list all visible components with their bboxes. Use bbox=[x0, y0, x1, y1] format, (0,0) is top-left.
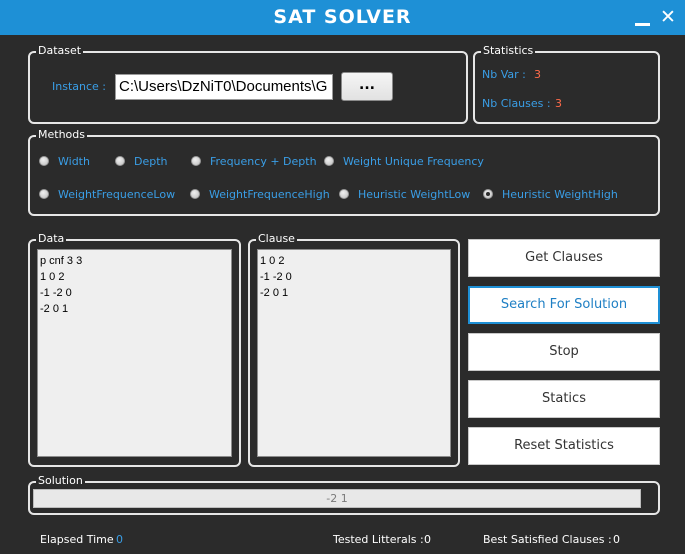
method-label: Depth bbox=[134, 154, 168, 168]
dataset-legend: Dataset bbox=[36, 44, 84, 58]
method-frequency-depth-radio[interactable]: Frequency + Depth bbox=[191, 153, 317, 169]
stop-button[interactable]: Stop bbox=[468, 333, 660, 371]
data-line: -2 0 1 bbox=[40, 303, 69, 315]
method-heuristic-weight-high-radio[interactable]: Heuristic WeightHigh bbox=[483, 186, 618, 202]
nb-var-label: Nb Var : bbox=[482, 68, 526, 81]
method-label: Heuristic WeightLow bbox=[358, 187, 471, 201]
methods-legend: Methods bbox=[36, 128, 87, 142]
clause-line: -2 0 1 bbox=[260, 287, 289, 299]
statistics-group: Statistics bbox=[473, 44, 660, 124]
search-for-solution-button[interactable]: Search For Solution bbox=[468, 286, 660, 324]
nb-clauses-label: Nb Clauses : bbox=[482, 97, 551, 110]
instance-label: Instance : bbox=[52, 80, 106, 93]
elapsed-time-label: Elapsed Time bbox=[40, 533, 114, 546]
best-satisfied-clauses-label: Best Satisfied Clauses : bbox=[483, 533, 612, 546]
tested-litterals-label: Tested Litterals : bbox=[333, 533, 424, 546]
data-line: -1 -2 0 bbox=[40, 287, 72, 299]
nb-var-value: 3 bbox=[534, 68, 541, 81]
instance-path-input[interactable]: C:\Users\DzNiT0\Documents\G bbox=[115, 74, 333, 100]
method-width-radio[interactable]: Width bbox=[39, 153, 90, 169]
tested-litterals-value: 0 bbox=[424, 533, 431, 546]
data-line: 1 0 2 bbox=[40, 271, 65, 283]
data-legend: Data bbox=[36, 232, 67, 246]
method-label: WeightFrequenceLow bbox=[58, 187, 176, 201]
radio-button-icon[interactable] bbox=[339, 189, 349, 199]
minimize-icon[interactable] bbox=[632, 6, 654, 28]
method-weight-frequence-low-radio[interactable]: WeightFrequenceLow bbox=[39, 186, 175, 202]
method-depth-radio[interactable]: Depth bbox=[115, 153, 168, 169]
nb-clauses-value: 3 bbox=[555, 97, 562, 110]
radio-button-icon[interactable] bbox=[190, 189, 200, 199]
method-weight-unique-frequency-radio[interactable]: Weight Unique Frequency bbox=[324, 153, 484, 169]
radio-button-icon[interactable] bbox=[39, 189, 49, 199]
statistics-legend: Statistics bbox=[481, 44, 536, 58]
reset-statistics-button[interactable]: Reset Statistics bbox=[468, 427, 660, 465]
data-line: p cnf 3 3 bbox=[40, 255, 83, 267]
clause-line: 1 0 2 bbox=[260, 255, 285, 267]
get-clauses-button[interactable]: Get Clauses bbox=[468, 239, 660, 277]
radio-button-checked-icon[interactable] bbox=[483, 189, 493, 199]
best-satisfied-clauses-value: 0 bbox=[613, 533, 620, 546]
browse-button[interactable]: ... bbox=[341, 72, 393, 101]
solution-legend: Solution bbox=[36, 474, 85, 488]
clause-line: -1 -2 0 bbox=[260, 271, 292, 283]
data-textarea[interactable]: p cnf 3 3 1 0 2 -1 -2 0 -2 0 1 bbox=[37, 249, 232, 457]
method-label: Heuristic WeightHigh bbox=[502, 187, 618, 201]
radio-button-icon[interactable] bbox=[191, 156, 201, 166]
radio-button-icon[interactable] bbox=[39, 156, 49, 166]
radio-button-icon[interactable] bbox=[115, 156, 125, 166]
method-heuristic-weight-low-radio[interactable]: Heuristic WeightLow bbox=[339, 186, 470, 202]
clause-legend: Clause bbox=[256, 232, 297, 246]
clause-textarea[interactable]: 1 0 2 -1 -2 0 -2 0 1 bbox=[257, 249, 451, 457]
method-label: Width bbox=[58, 154, 90, 168]
statics-button[interactable]: Statics bbox=[468, 380, 660, 418]
radio-button-icon[interactable] bbox=[324, 156, 334, 166]
methods-group: Methods bbox=[28, 128, 660, 216]
method-label: Frequency + Depth bbox=[210, 154, 317, 168]
close-icon[interactable]: ✕ bbox=[657, 6, 679, 28]
method-label: WeightFrequenceHigh bbox=[209, 187, 330, 201]
window-title: SAT SOLVER bbox=[273, 6, 412, 28]
solution-display: -2 1 bbox=[33, 489, 641, 508]
method-weight-frequence-high-radio[interactable]: WeightFrequenceHigh bbox=[190, 186, 330, 202]
method-label: Weight Unique Frequency bbox=[343, 154, 484, 168]
elapsed-time-value: 0 bbox=[116, 533, 123, 546]
